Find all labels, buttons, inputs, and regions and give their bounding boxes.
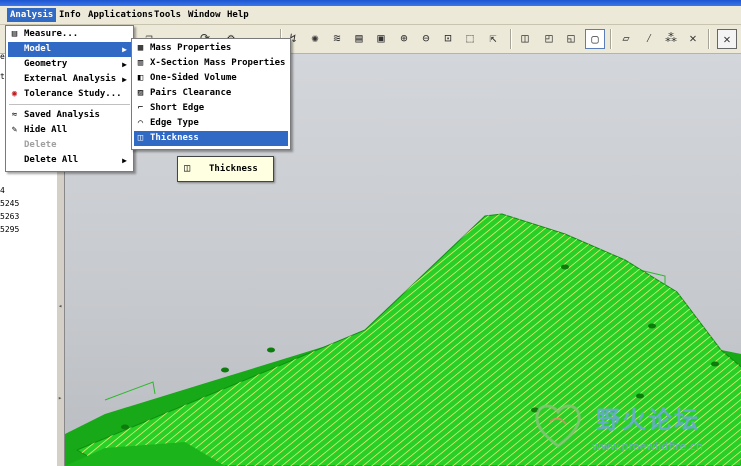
model-submenu: ▦ Mass Properties ▥ X-Section Mass Prope… xyxy=(131,38,291,150)
thickness-icon: ◫ xyxy=(137,133,144,143)
saved-analysis-icon: ≈ xyxy=(11,110,18,120)
layers-icon[interactable]: ≋ xyxy=(328,29,346,47)
one-sided-volume-icon: ◧ xyxy=(137,73,144,83)
menu-item-external-analysis[interactable]: External Analysis ▶ xyxy=(8,72,131,87)
menu-analysis[interactable]: Analysis xyxy=(7,8,57,22)
short-edge-icon: ⌐ xyxy=(137,103,144,113)
menu-info[interactable]: Info xyxy=(56,9,84,21)
submenu-arrow-icon: ▶ xyxy=(122,45,127,54)
saved-views-icon[interactable]: ▤ xyxy=(350,29,368,47)
named-view-icon[interactable]: ▣ xyxy=(372,29,390,47)
menu-help[interactable]: Help xyxy=(224,9,252,21)
menu-item-saved-analysis[interactable]: ≈ Saved Analysis xyxy=(8,108,131,123)
submenu-arrow-icon: ▶ xyxy=(122,60,127,69)
view-manager-icon[interactable]: ⇱ xyxy=(484,29,502,47)
menu-item-edge-type[interactable]: ⌒ Edge Type xyxy=(134,116,288,131)
tree-value: 4 xyxy=(0,186,5,195)
menu-item-tolerance-study[interactable]: ◉ Tolerance Study... xyxy=(8,87,131,102)
tree-value: 5295 xyxy=(0,225,20,234)
menu-item-measure[interactable]: ▤ Measure... xyxy=(8,27,131,42)
submenu-arrow-icon: ▶ xyxy=(122,75,127,84)
analysis-menu: ▤ Measure... Model ▶ Geometry ▶ External… xyxy=(5,25,134,172)
menu-applications[interactable]: Applications xyxy=(85,9,156,21)
collapse-right-icon[interactable]: ▸ xyxy=(58,394,63,404)
menu-item-model[interactable]: Model ▶ xyxy=(8,42,131,57)
menu-tools[interactable]: Tools xyxy=(151,9,184,21)
spin-center-icon[interactable]: ✺ xyxy=(306,29,324,47)
coordinate-systems-icon[interactable]: ✕ xyxy=(684,29,702,47)
menu-item-geometry[interactable]: Geometry ▶ xyxy=(8,57,131,72)
tree-value: 5245 xyxy=(0,199,20,208)
mass-properties-icon: ▦ xyxy=(137,43,144,53)
thickness-icon: ◫ xyxy=(184,163,191,174)
edge-type-icon: ⌒ xyxy=(137,118,144,128)
menu-bar: Analysis Info Applications Tools Window … xyxy=(0,6,741,25)
tooltip-text: Thickness xyxy=(209,164,258,174)
refit-icon[interactable]: ⊡ xyxy=(439,29,457,47)
measure-icon: ▤ xyxy=(11,29,18,39)
datum-planes-icon[interactable]: ▱ xyxy=(617,29,635,47)
zoom-out-icon[interactable]: ⊖ xyxy=(417,29,435,47)
datum-points-icon[interactable]: ⁂ xyxy=(662,29,680,47)
close-window-icon[interactable]: ✕ xyxy=(717,29,737,49)
menu-item-mass-properties[interactable]: ▦ Mass Properties xyxy=(134,41,288,56)
datum-axes-icon[interactable]: ⁄ xyxy=(640,29,658,47)
no-hidden-icon[interactable]: ◱ xyxy=(562,29,580,47)
zoom-in-icon[interactable]: ⊕ xyxy=(395,29,413,47)
watermark-brand: 野火论坛 xyxy=(596,406,700,434)
xsection-icon: ▥ xyxy=(137,58,144,68)
tree-value: 5263 xyxy=(0,212,20,221)
menu-item-thickness[interactable]: ◫ Thickness xyxy=(134,131,288,146)
hidden-line-icon[interactable]: ◰ xyxy=(540,29,558,47)
shading-icon[interactable]: ▢ xyxy=(585,29,605,49)
menu-item-hide-all[interactable]: ✎ Hide All xyxy=(8,123,131,138)
collapse-left-icon[interactable]: ◂ xyxy=(58,302,63,312)
wireframe-icon[interactable]: ◫ xyxy=(516,29,534,47)
menu-item-delete: Delete xyxy=(24,140,57,150)
menu-item-one-sided-volume[interactable]: ◧ One-Sided Volume xyxy=(134,71,288,86)
heart-logo-icon xyxy=(535,404,581,448)
tolerance-icon: ◉ xyxy=(11,89,18,99)
orient-icon[interactable]: ⬚ xyxy=(461,29,479,47)
menu-item-delete-all[interactable]: Delete All ▶ xyxy=(8,153,131,168)
submenu-arrow-icon: ▶ xyxy=(122,156,127,165)
menu-window[interactable]: Window xyxy=(185,9,224,21)
pairs-clearance-icon: ▨ xyxy=(137,88,144,98)
watermark: 野火论坛 www.proewildfire.cn xyxy=(528,398,741,466)
watermark-url: www.proewildfire.cn xyxy=(592,440,703,453)
menu-item-xsection-mass-properties[interactable]: ▥ X-Section Mass Properties xyxy=(134,56,288,71)
menu-item-pairs-clearance[interactable]: ▨ Pairs Clearance xyxy=(134,86,288,101)
tooltip: ◫ Thickness xyxy=(177,156,274,182)
menu-item-short-edge[interactable]: ⌐ Short Edge xyxy=(134,101,288,116)
hide-all-icon: ✎ xyxy=(11,125,18,135)
